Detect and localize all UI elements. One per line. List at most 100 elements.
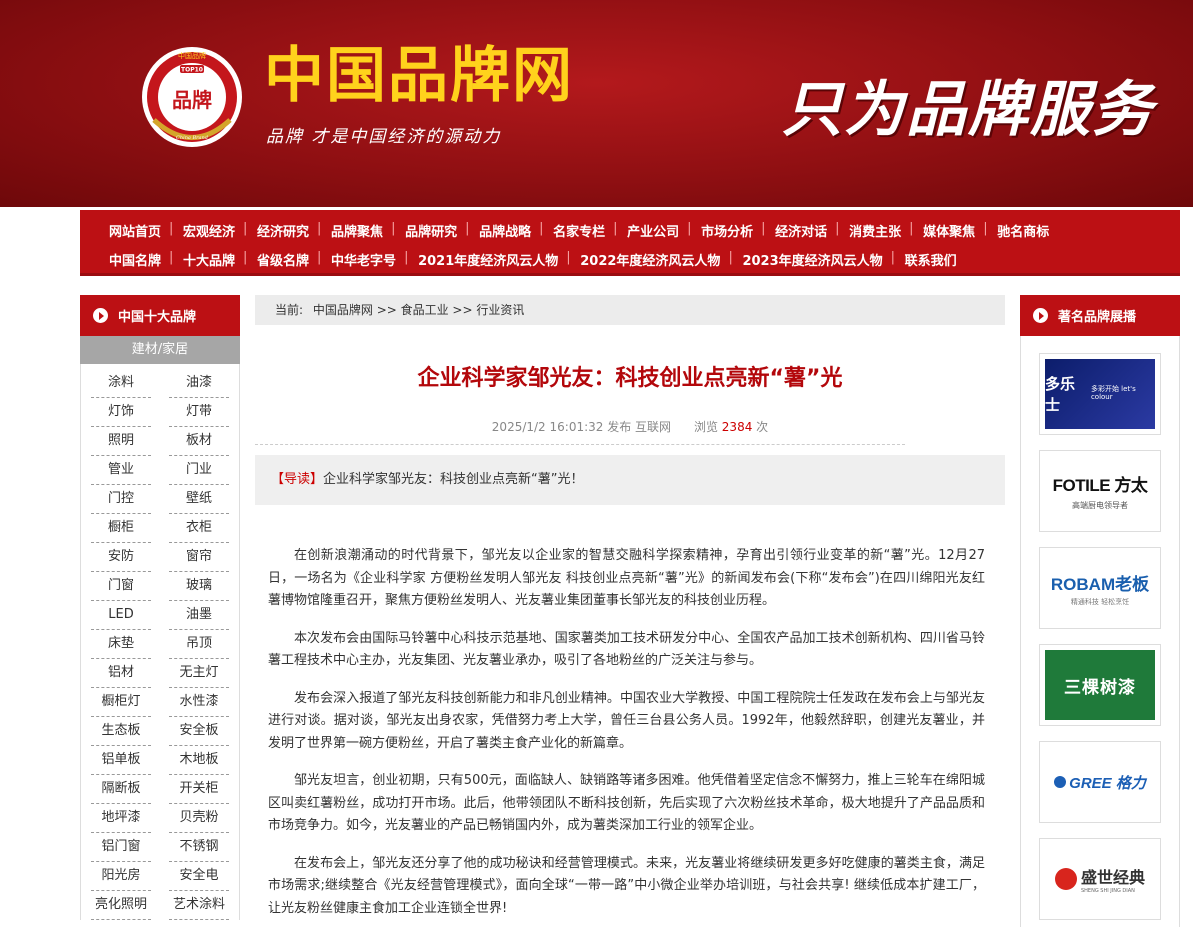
- play-circle-icon: [1033, 308, 1048, 323]
- category-link[interactable]: 铝单板: [91, 746, 151, 775]
- brand-sub: 高端厨电领导者: [1072, 501, 1128, 510]
- brand-name: FOTILE 方太: [1052, 476, 1148, 495]
- category-link[interactable]: 门控: [91, 485, 151, 514]
- category-link[interactable]: 管业: [91, 456, 151, 485]
- nav-item[interactable]: 经济研究: [243, 221, 320, 240]
- nav-item[interactable]: 产业公司: [613, 221, 690, 240]
- category-link[interactable]: 灯饰: [91, 398, 151, 427]
- article-paragraph: 邹光友坦言，创业初期，只有500元，面临缺人、缺销路等诸多困难。他凭借着坚定信念…: [268, 773, 985, 833]
- category-link[interactable]: 阳光房: [91, 862, 151, 891]
- nav-item[interactable]: 宏观经济: [169, 221, 246, 240]
- nav-item[interactable]: 联系我们: [891, 250, 968, 269]
- category-link[interactable]: 亮化照明: [91, 891, 151, 920]
- category-link[interactable]: 无主灯: [169, 659, 229, 688]
- play-circle-icon: [93, 308, 108, 323]
- category-link[interactable]: 地坪漆: [91, 804, 151, 833]
- nav-item[interactable]: 媒体聚焦: [909, 221, 986, 240]
- category-link[interactable]: 生态板: [91, 717, 151, 746]
- brand-logo-robam[interactable]: ROBAM老板 精通科技 轻松烹饪: [1039, 547, 1161, 629]
- article-paragraph: 在发布会上，邹光友还分享了他的成功秘诀和经营管理模式。未来，光友薯业将继续研发更…: [268, 855, 985, 916]
- right-sidebar: 著名品牌展播 多乐士 多彩开始 let's colour FOTILE 方太 高…: [1020, 295, 1180, 927]
- nav-item[interactable]: 经济对话: [761, 221, 838, 240]
- nav-item[interactable]: 品牌聚焦: [317, 221, 394, 240]
- nav-row-2: 中国名牌十大品牌省级名牌中华老字号2021年度经济风云人物2022年度经济风云人…: [98, 249, 968, 269]
- nav-item[interactable]: 驰名商标: [983, 221, 1060, 240]
- nav-item[interactable]: 2023年度经济风云人物: [728, 250, 893, 269]
- brand-logo-dulux[interactable]: 多乐士 多彩开始 let's colour: [1039, 353, 1161, 435]
- category-link[interactable]: 安防: [91, 543, 151, 572]
- category-link[interactable]: 水性漆: [169, 688, 229, 717]
- category-link[interactable]: 床垫: [91, 630, 151, 659]
- article-lead: 【导读】企业科学家邹光友：科技创业点亮新“薯”光！: [255, 455, 1005, 505]
- category-link[interactable]: 照明: [91, 427, 151, 456]
- category-link[interactable]: 铝材: [91, 659, 151, 688]
- nav-item[interactable]: 市场分析: [687, 221, 764, 240]
- category-link[interactable]: 安全电: [169, 862, 229, 891]
- seal-badge: TOP10: [181, 67, 203, 74]
- left-sidebar-title[interactable]: 中国十大品牌: [118, 306, 196, 325]
- nav-item[interactable]: 十大品牌: [169, 250, 246, 269]
- category-link[interactable]: 衣柜: [169, 514, 229, 543]
- category-header[interactable]: 建材/家居: [80, 336, 240, 364]
- category-link[interactable]: 吊顶: [169, 630, 229, 659]
- seal-bottom: China Brand: [176, 135, 208, 141]
- nav-item[interactable]: 2022年度经济风云人物: [566, 250, 731, 269]
- site-title[interactable]: 中国品牌网: [264, 46, 574, 106]
- article-body: 在创新浪潮涌动的时代背景下，邹光友以企业家的智慧交融科学探索精神，孕育出引领行业…: [268, 545, 985, 927]
- category-link[interactable]: 涂料: [91, 369, 151, 398]
- brand-seal-logo[interactable]: TOP10 品牌 中国品牌 China Brand: [140, 45, 244, 149]
- brand-logo-gree[interactable]: GREE 格力: [1039, 741, 1161, 823]
- category-link[interactable]: 艺术涂料: [169, 891, 229, 920]
- category-link[interactable]: 门业: [169, 456, 229, 485]
- category-link[interactable]: 橱柜: [91, 514, 151, 543]
- brand-list: 多乐士 多彩开始 let's colour FOTILE 方太 高端厨电领导者 …: [1020, 336, 1180, 927]
- category-link[interactable]: LED: [91, 601, 151, 630]
- brand-name: GREE 格力: [1069, 774, 1146, 792]
- right-sidebar-header: 著名品牌展播: [1020, 295, 1180, 336]
- brand-name: 多乐士: [1045, 376, 1076, 414]
- nav-item[interactable]: 中国名牌: [98, 250, 172, 269]
- brand-sub: 多彩开始 let's colour: [1090, 385, 1136, 401]
- breadcrumb-path[interactable]: 中国品牌网 >> 食品工业 >> 行业资讯: [313, 303, 524, 317]
- article-date: 2025/1/2 16:01:32 发布: [491, 420, 632, 434]
- brand-sub: 精通科技 轻松烹饪: [1070, 597, 1130, 606]
- nav-item[interactable]: 消费主张: [835, 221, 912, 240]
- seal-top: 中国品牌: [178, 51, 206, 60]
- right-sidebar-title[interactable]: 著名品牌展播: [1058, 306, 1136, 325]
- category-link[interactable]: 窗帘: [169, 543, 229, 572]
- nav-item[interactable]: 中华老字号: [317, 250, 407, 269]
- nav-item[interactable]: 品牌战略: [465, 221, 542, 240]
- category-link[interactable]: 安全板: [169, 717, 229, 746]
- brand-sub: SHENG SHI JING DIAN: [1080, 888, 1135, 894]
- category-link[interactable]: 板材: [169, 427, 229, 456]
- category-link[interactable]: 贝壳粉: [169, 804, 229, 833]
- category-link[interactable]: 门窗: [91, 572, 151, 601]
- nav-item[interactable]: 网站首页: [98, 221, 172, 240]
- breadcrumb-prefix: 当前:: [275, 303, 304, 317]
- category-link[interactable]: 油墨: [169, 601, 229, 630]
- views-count: 2384: [721, 420, 753, 434]
- category-link[interactable]: 油漆: [169, 369, 229, 398]
- article-title: 企业科学家邹光友：科技创业点亮新“薯”光: [417, 366, 843, 391]
- brand-logo-fotile[interactable]: FOTILE 方太 高端厨电领导者: [1039, 450, 1161, 532]
- nav-item[interactable]: 品牌研究: [391, 221, 468, 240]
- article-source: 互联网: [635, 420, 672, 434]
- category-link[interactable]: 木地板: [169, 746, 229, 775]
- article-paragraph: 发布会深入报道了邹光友科技创新能力和非凡创业精神。中国农业大学教授、中国工程院院…: [268, 690, 985, 751]
- brand-logo-skshu[interactable]: 三棵树漆: [1039, 644, 1161, 726]
- site-slogan: 品牌 才是中国经济的源动力: [266, 127, 502, 147]
- nav-item[interactable]: 名家专栏: [539, 221, 616, 240]
- brand-logo-shengshi[interactable]: 盛世经典 SHENG SHI JING DIAN: [1039, 838, 1161, 920]
- category-grid: 涂料 油漆 灯饰 灯带 照明 板材 管业 门业 门控 壁纸 橱柜 衣柜 安防 窗帘 门窗 玻璃 LED 油墨 床垫吊…: [80, 364, 240, 920]
- category-link[interactable]: 橱柜灯: [91, 688, 151, 717]
- views-label: 浏览: [693, 420, 718, 434]
- nav-item[interactable]: 2021年度经济风云人物: [404, 250, 569, 269]
- category-link[interactable]: 铝门窗: [91, 833, 151, 862]
- category-link[interactable]: 隔断板: [91, 775, 151, 804]
- nav-item[interactable]: 省级名牌: [243, 250, 320, 269]
- category-link[interactable]: 开关柜: [169, 775, 229, 804]
- category-link[interactable]: 壁纸: [169, 485, 229, 514]
- category-link[interactable]: 灯带: [169, 398, 229, 427]
- category-link[interactable]: 不锈钢: [169, 833, 229, 862]
- category-link[interactable]: 玻璃: [169, 572, 229, 601]
